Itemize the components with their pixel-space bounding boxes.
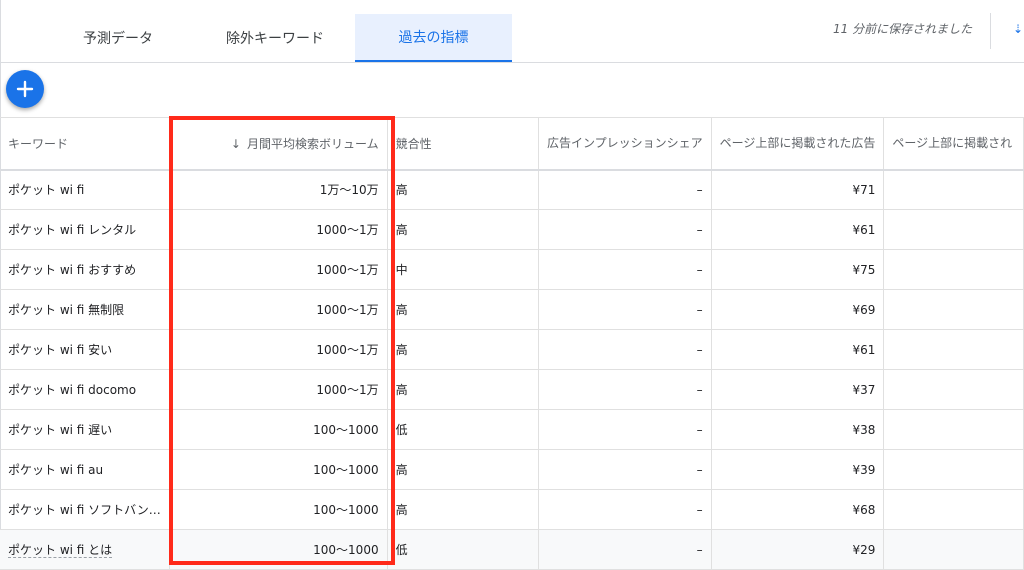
table-row[interactable]: ポケット wi fi レンタル 1000〜1万 高 – ¥61	[0, 209, 1024, 250]
impression-share-cell: –	[538, 409, 712, 450]
competition-cell: 高	[387, 329, 539, 370]
top-bid-low-cell: ¥29	[711, 529, 885, 570]
tab-negative-keywords[interactable]: 除外キーワード	[204, 14, 346, 61]
top-bid-low-cell: ¥75	[711, 249, 885, 290]
top-bid-low-cell: ¥61	[711, 329, 885, 370]
competition-cell: 高	[387, 289, 539, 330]
table-row[interactable]: ポケット wi fi 安い 1000〜1万 高 – ¥61	[0, 329, 1024, 370]
keyword-text[interactable]: ポケット wi fi とは	[8, 543, 113, 558]
impression-share-cell: –	[538, 529, 712, 570]
column-header-top-bid-high[interactable]: ページ上部に掲載され	[883, 117, 1024, 171]
keyword-cell: ポケット wi fi au	[0, 449, 171, 490]
tab-bar: 予測データ 除外キーワード 過去の指標 11 分前に保存されました ⇣	[0, 0, 1024, 63]
table-row[interactable]: ポケット wi fi 無制限 1000〜1万 高 – ¥69	[0, 289, 1024, 330]
competition-cell: 低	[387, 409, 539, 450]
table-row[interactable]: ポケット wi fi ソフトバン… 100〜1000 高 – ¥68	[0, 489, 1024, 530]
impression-share-cell: –	[538, 209, 712, 250]
tab-historical-metrics[interactable]: 過去の指標	[355, 14, 512, 62]
top-bid-high-cell	[883, 249, 1024, 290]
column-header-volume[interactable]: ↓ 月間平均検索ボリューム	[169, 117, 388, 171]
keyword-cell: ポケット wi fi レンタル	[0, 209, 171, 250]
top-bid-high-cell	[883, 209, 1024, 250]
competition-cell: 高	[387, 169, 539, 210]
impression-share-cell: –	[538, 289, 712, 330]
toolbar-divider	[990, 13, 991, 49]
volume-cell: 1000〜1万	[169, 289, 388, 330]
keyword-cell: ポケット wi fi	[0, 169, 171, 210]
top-bid-high-cell	[883, 289, 1024, 330]
table-row[interactable]: ポケット wi fi とは 100〜1000 低 – ¥29	[0, 529, 1024, 570]
top-bid-low-cell: ¥39	[711, 449, 885, 490]
column-header-keyword[interactable]: キーワード	[0, 117, 171, 171]
table-row[interactable]: ポケット wi fi au 100〜1000 高 – ¥39	[0, 449, 1024, 490]
top-bid-high-cell	[883, 529, 1024, 570]
impression-share-cell: –	[538, 449, 712, 490]
top-bid-low-cell: ¥61	[711, 209, 885, 250]
download-icon[interactable]: ⇣	[1013, 22, 1023, 36]
competition-cell: 高	[387, 449, 539, 490]
keyword-cell: ポケット wi fi ソフトバン…	[0, 489, 171, 530]
tab-forecast[interactable]: 予測データ	[54, 14, 182, 61]
table-header-row: キーワード ↓ 月間平均検索ボリューム 競合性 広告インプレッションシェア ページ…	[0, 117, 1024, 171]
top-bid-low-cell: ¥69	[711, 289, 885, 330]
keyword-cell: ポケット wi fi おすすめ	[0, 249, 171, 290]
top-bid-high-cell	[883, 169, 1024, 210]
competition-cell: 高	[387, 369, 539, 410]
volume-cell: 1000〜1万	[169, 329, 388, 370]
volume-cell: 100〜1000	[169, 489, 388, 530]
impression-share-cell: –	[538, 489, 712, 530]
volume-cell: 1000〜1万	[169, 369, 388, 410]
keyword-cell: ポケット wi fi 遅い	[0, 409, 171, 450]
volume-cell: 100〜1000	[169, 449, 388, 490]
column-header-top-bid-low[interactable]: ページ上部に掲載された広告	[711, 117, 885, 171]
add-keywords-button[interactable]	[6, 70, 44, 108]
keyword-cell: ポケット wi fi とは	[0, 529, 171, 570]
volume-cell: 100〜1000	[169, 529, 388, 570]
top-bid-high-cell	[883, 449, 1024, 490]
top-bid-low-cell: ¥38	[711, 409, 885, 450]
top-bid-low-cell: ¥37	[711, 369, 885, 410]
volume-cell: 1000〜1万	[169, 209, 388, 250]
top-bid-high-cell	[883, 329, 1024, 370]
plus-icon	[16, 80, 34, 98]
competition-cell: 高	[387, 209, 539, 250]
competition-cell: 高	[387, 489, 539, 530]
arrow-down-icon: ↓	[230, 136, 241, 151]
table-row[interactable]: ポケット wi fi 1万〜10万 高 – ¥71	[0, 169, 1024, 210]
column-header-competition[interactable]: 競合性	[387, 117, 539, 171]
top-bid-low-cell: ¥71	[711, 169, 885, 210]
volume-cell: 100〜1000	[169, 409, 388, 450]
impression-share-cell: –	[538, 329, 712, 370]
save-status: 11 分前に保存されました	[833, 22, 973, 36]
impression-share-cell: –	[538, 169, 712, 210]
keyword-cell: ポケット wi fi 無制限	[0, 289, 171, 330]
top-bid-high-cell	[883, 369, 1024, 410]
volume-cell: 1000〜1万	[169, 249, 388, 290]
top-bid-high-cell	[883, 409, 1024, 450]
volume-cell: 1万〜10万	[169, 169, 388, 210]
impression-share-cell: –	[538, 369, 712, 410]
competition-cell: 中	[387, 249, 539, 290]
impression-share-cell: –	[538, 249, 712, 290]
competition-cell: 低	[387, 529, 539, 570]
keyword-cell: ポケット wi fi docomo	[0, 369, 171, 410]
table-row[interactable]: ポケット wi fi おすすめ 1000〜1万 中 – ¥75	[0, 249, 1024, 290]
keyword-cell: ポケット wi fi 安い	[0, 329, 171, 370]
keyword-metrics-table: キーワード ↓ 月間平均検索ボリューム 競合性 広告インプレッションシェア ページ…	[0, 117, 1024, 570]
top-bid-low-cell: ¥68	[711, 489, 885, 530]
table-row[interactable]: ポケット wi fi docomo 1000〜1万 高 – ¥37	[0, 369, 1024, 410]
table-row[interactable]: ポケット wi fi 遅い 100〜1000 低 – ¥38	[0, 409, 1024, 450]
column-header-impression-share[interactable]: 広告インプレッションシェア	[538, 117, 712, 171]
column-header-volume-label: 月間平均検索ボリューム	[246, 136, 379, 151]
top-bid-high-cell	[883, 489, 1024, 530]
